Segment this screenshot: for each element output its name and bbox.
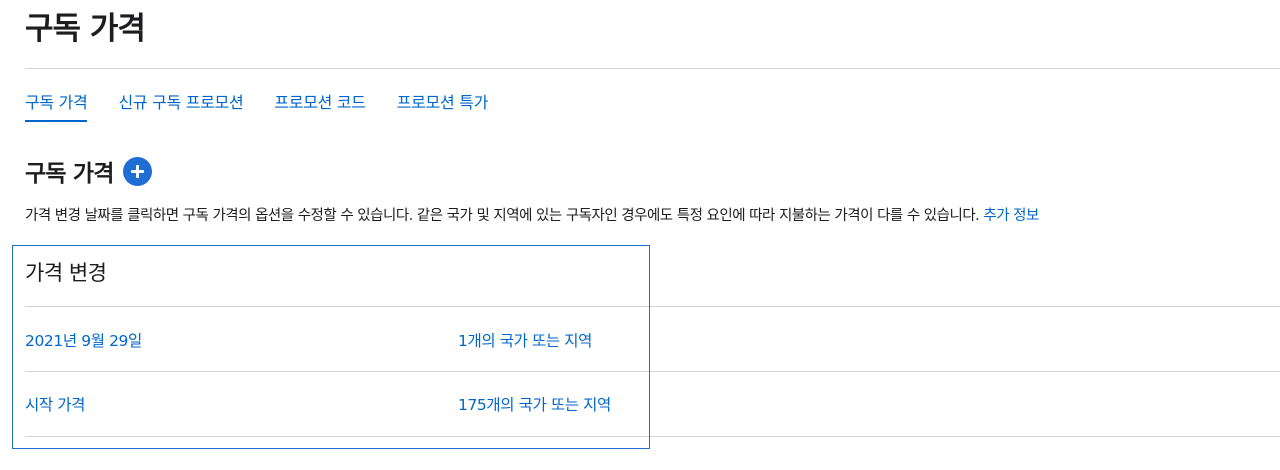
price-changes-header: 가격 변경 [25,261,107,285]
section-description: 가격 변경 날짜를 클릭하면 구독 가격의 옵션을 수정할 수 있습니다. 같은… [25,204,1039,225]
price-change-regions-link[interactable]: 1개의 국가 또는 지역 [458,329,592,351]
plus-icon [130,164,144,178]
tab-new-subscription-promotions[interactable]: 신규 구독 프로모션 [118,89,243,122]
add-price-button[interactable] [122,156,152,186]
section-header: 구독 가격 [25,154,152,188]
table-divider [25,371,1280,372]
table-divider [25,306,1280,307]
page-title: 구독 가격 [25,11,146,47]
starting-price-regions-link[interactable]: 175개의 국가 또는 지역 [458,393,611,415]
description-text: 가격 변경 날짜를 클릭하면 구독 가격의 옵션을 수정할 수 있습니다. 같은… [25,208,980,224]
tab-promotional-offers[interactable]: 프로모션 특가 [397,89,489,122]
section-title: 구독 가격 [25,161,114,187]
tab-promo-codes[interactable]: 프로모션 코드 [274,89,366,122]
subscription-tabs: 구독 가격 신규 구독 프로모션 프로모션 코드 프로모션 특가 [25,89,519,122]
price-change-date-link[interactable]: 2021년 9월 29일 [25,329,142,351]
tab-subscription-price[interactable]: 구독 가격 [25,89,88,122]
starting-price-link[interactable]: 시작 가격 [25,393,85,415]
learn-more-link[interactable]: 추가 정보 [983,208,1039,224]
table-divider [25,436,1280,437]
header-divider [25,68,1280,69]
